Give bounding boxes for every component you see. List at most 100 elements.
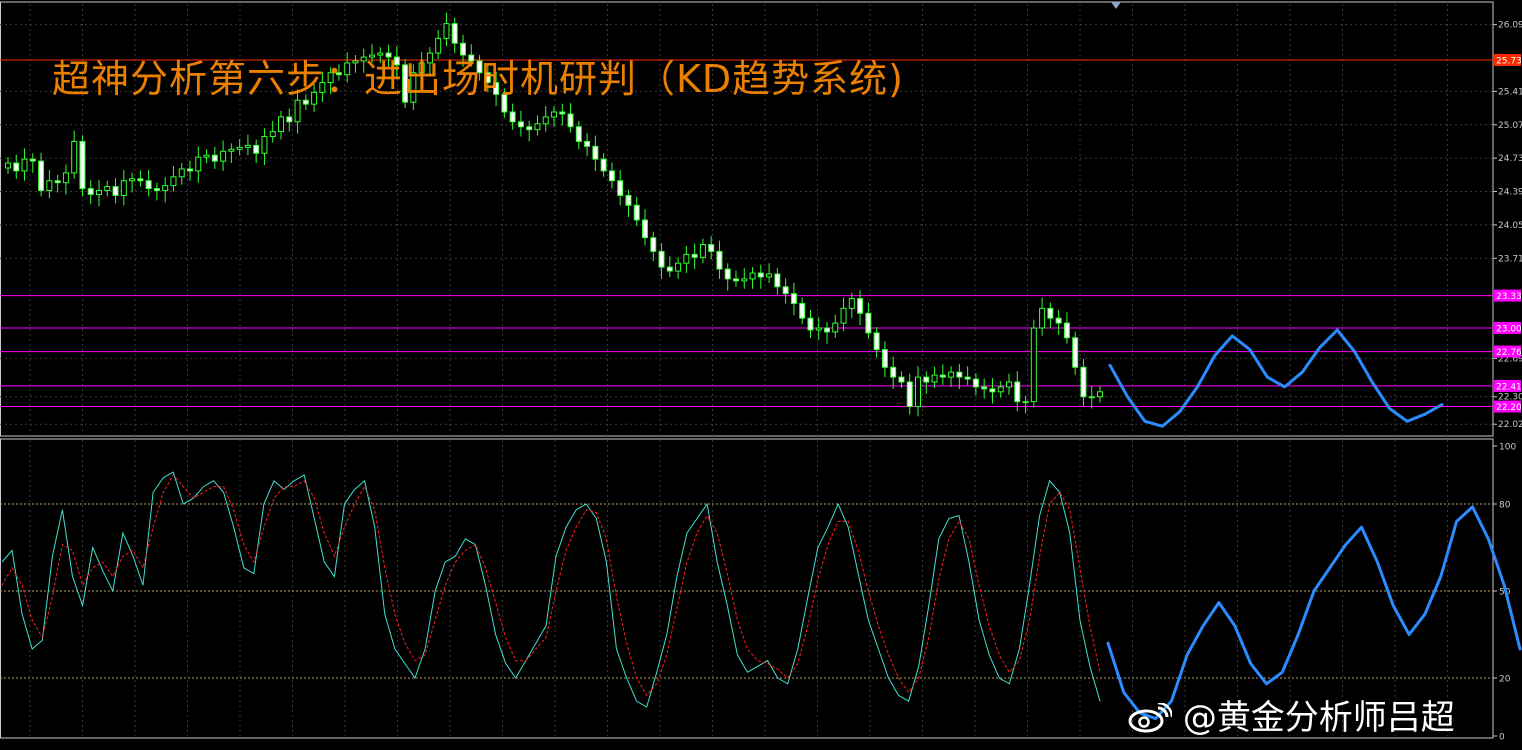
candle-body [211,154,218,162]
candle-body [683,253,690,264]
candle-body [567,113,574,128]
candle-body [774,273,781,288]
candle-body [1080,366,1087,398]
candle-body [451,23,458,44]
candle-body [939,374,946,378]
candle-body [807,317,814,331]
candle-body [203,154,210,158]
candle-body [112,186,119,196]
candle-body [757,272,764,278]
candle-body [873,332,880,351]
level-label: 22.76 [1496,348,1522,358]
candle-body [972,378,979,388]
candle-body [253,144,260,154]
candle-body [906,381,913,408]
candle-body [865,312,872,334]
shift-marker-icon[interactable] [1111,2,1121,9]
level-label: 22.20 [1496,403,1522,413]
watermark-text: @黄金分析师吕超 [1182,698,1455,738]
weibo-logo-icon [1128,703,1172,733]
candle-body [675,262,682,272]
level-label: 22.41 [1496,382,1522,392]
level-label: 23.33 [1496,292,1522,302]
candle-body [699,244,706,258]
kd-tick-label: 100 [1499,443,1516,453]
candle-body [551,111,557,118]
candle-body [534,123,541,131]
candle-body [129,178,136,182]
candle-body [54,180,61,184]
candle-body [832,322,839,333]
candle-body [708,244,715,252]
level-label: 23.00 [1496,325,1522,335]
candle-body [79,140,86,190]
candle-body [62,172,69,184]
price-tick-label: 24.73 [1498,154,1522,164]
candle-body [5,162,11,169]
candle-body [1022,401,1029,404]
candle-body [1097,391,1103,398]
candle-body [625,194,632,206]
candle-body [584,140,591,147]
candle-body [716,250,723,270]
candle-body [38,160,45,192]
candle-body [815,327,822,331]
candle-body [964,376,971,380]
candle-body [170,176,177,187]
candle-body [790,293,797,304]
candle-body [857,298,864,314]
candle-body [733,278,739,282]
candle-body [766,273,773,278]
candle-body [608,170,615,182]
candle-body [228,148,235,152]
candle-body [286,116,293,123]
candle-body [137,178,144,182]
candle-body [642,219,648,239]
candle-body [96,190,102,195]
candle-body [658,250,665,268]
candle-body [782,286,789,295]
candle-body [840,307,847,324]
candle-body [153,188,160,192]
candle-body [724,268,731,280]
candle-body [294,99,301,123]
candle-body [898,376,905,383]
candle-body [956,371,963,378]
candle-body [1014,381,1021,403]
candle-body [600,158,607,172]
chart-background [0,0,1522,750]
candle-body [46,180,53,192]
candle-body [650,237,657,252]
candle-body [749,272,756,280]
candle-body [443,23,450,39]
price-tick-label: 22.02 [1498,420,1522,430]
kd-tick-label: 20 [1499,675,1511,685]
price-tick-label: 25.41 [1498,87,1522,97]
candle-body [526,126,533,131]
candle-body [1030,327,1037,403]
price-tick-label: 24.39 [1498,188,1522,198]
chart-canvas: 26.0925.4125.0724.7324.3924.0523.7122.69… [0,0,1522,750]
candle-body [824,327,830,333]
price-tick-label: 24.05 [1498,221,1522,231]
candle-body [691,253,698,258]
candle-body [1063,322,1070,339]
candle-body [178,168,185,178]
candle-body [575,126,582,142]
candle-body [981,386,988,390]
candle-body [923,376,930,383]
candle-body [1039,307,1046,329]
candle-body [195,156,202,172]
candle-body [559,111,566,115]
kd-tick-label: 80 [1499,501,1511,511]
price-tick-label: 23.71 [1498,254,1522,264]
candle-body [542,116,549,125]
candle-body [881,349,888,368]
candle-body [162,185,169,192]
candle-body [1006,381,1012,388]
candle-body [220,150,227,162]
candle-body [244,144,251,148]
candle-body [187,168,193,172]
candle-body [948,371,955,378]
candle-body [269,131,276,138]
